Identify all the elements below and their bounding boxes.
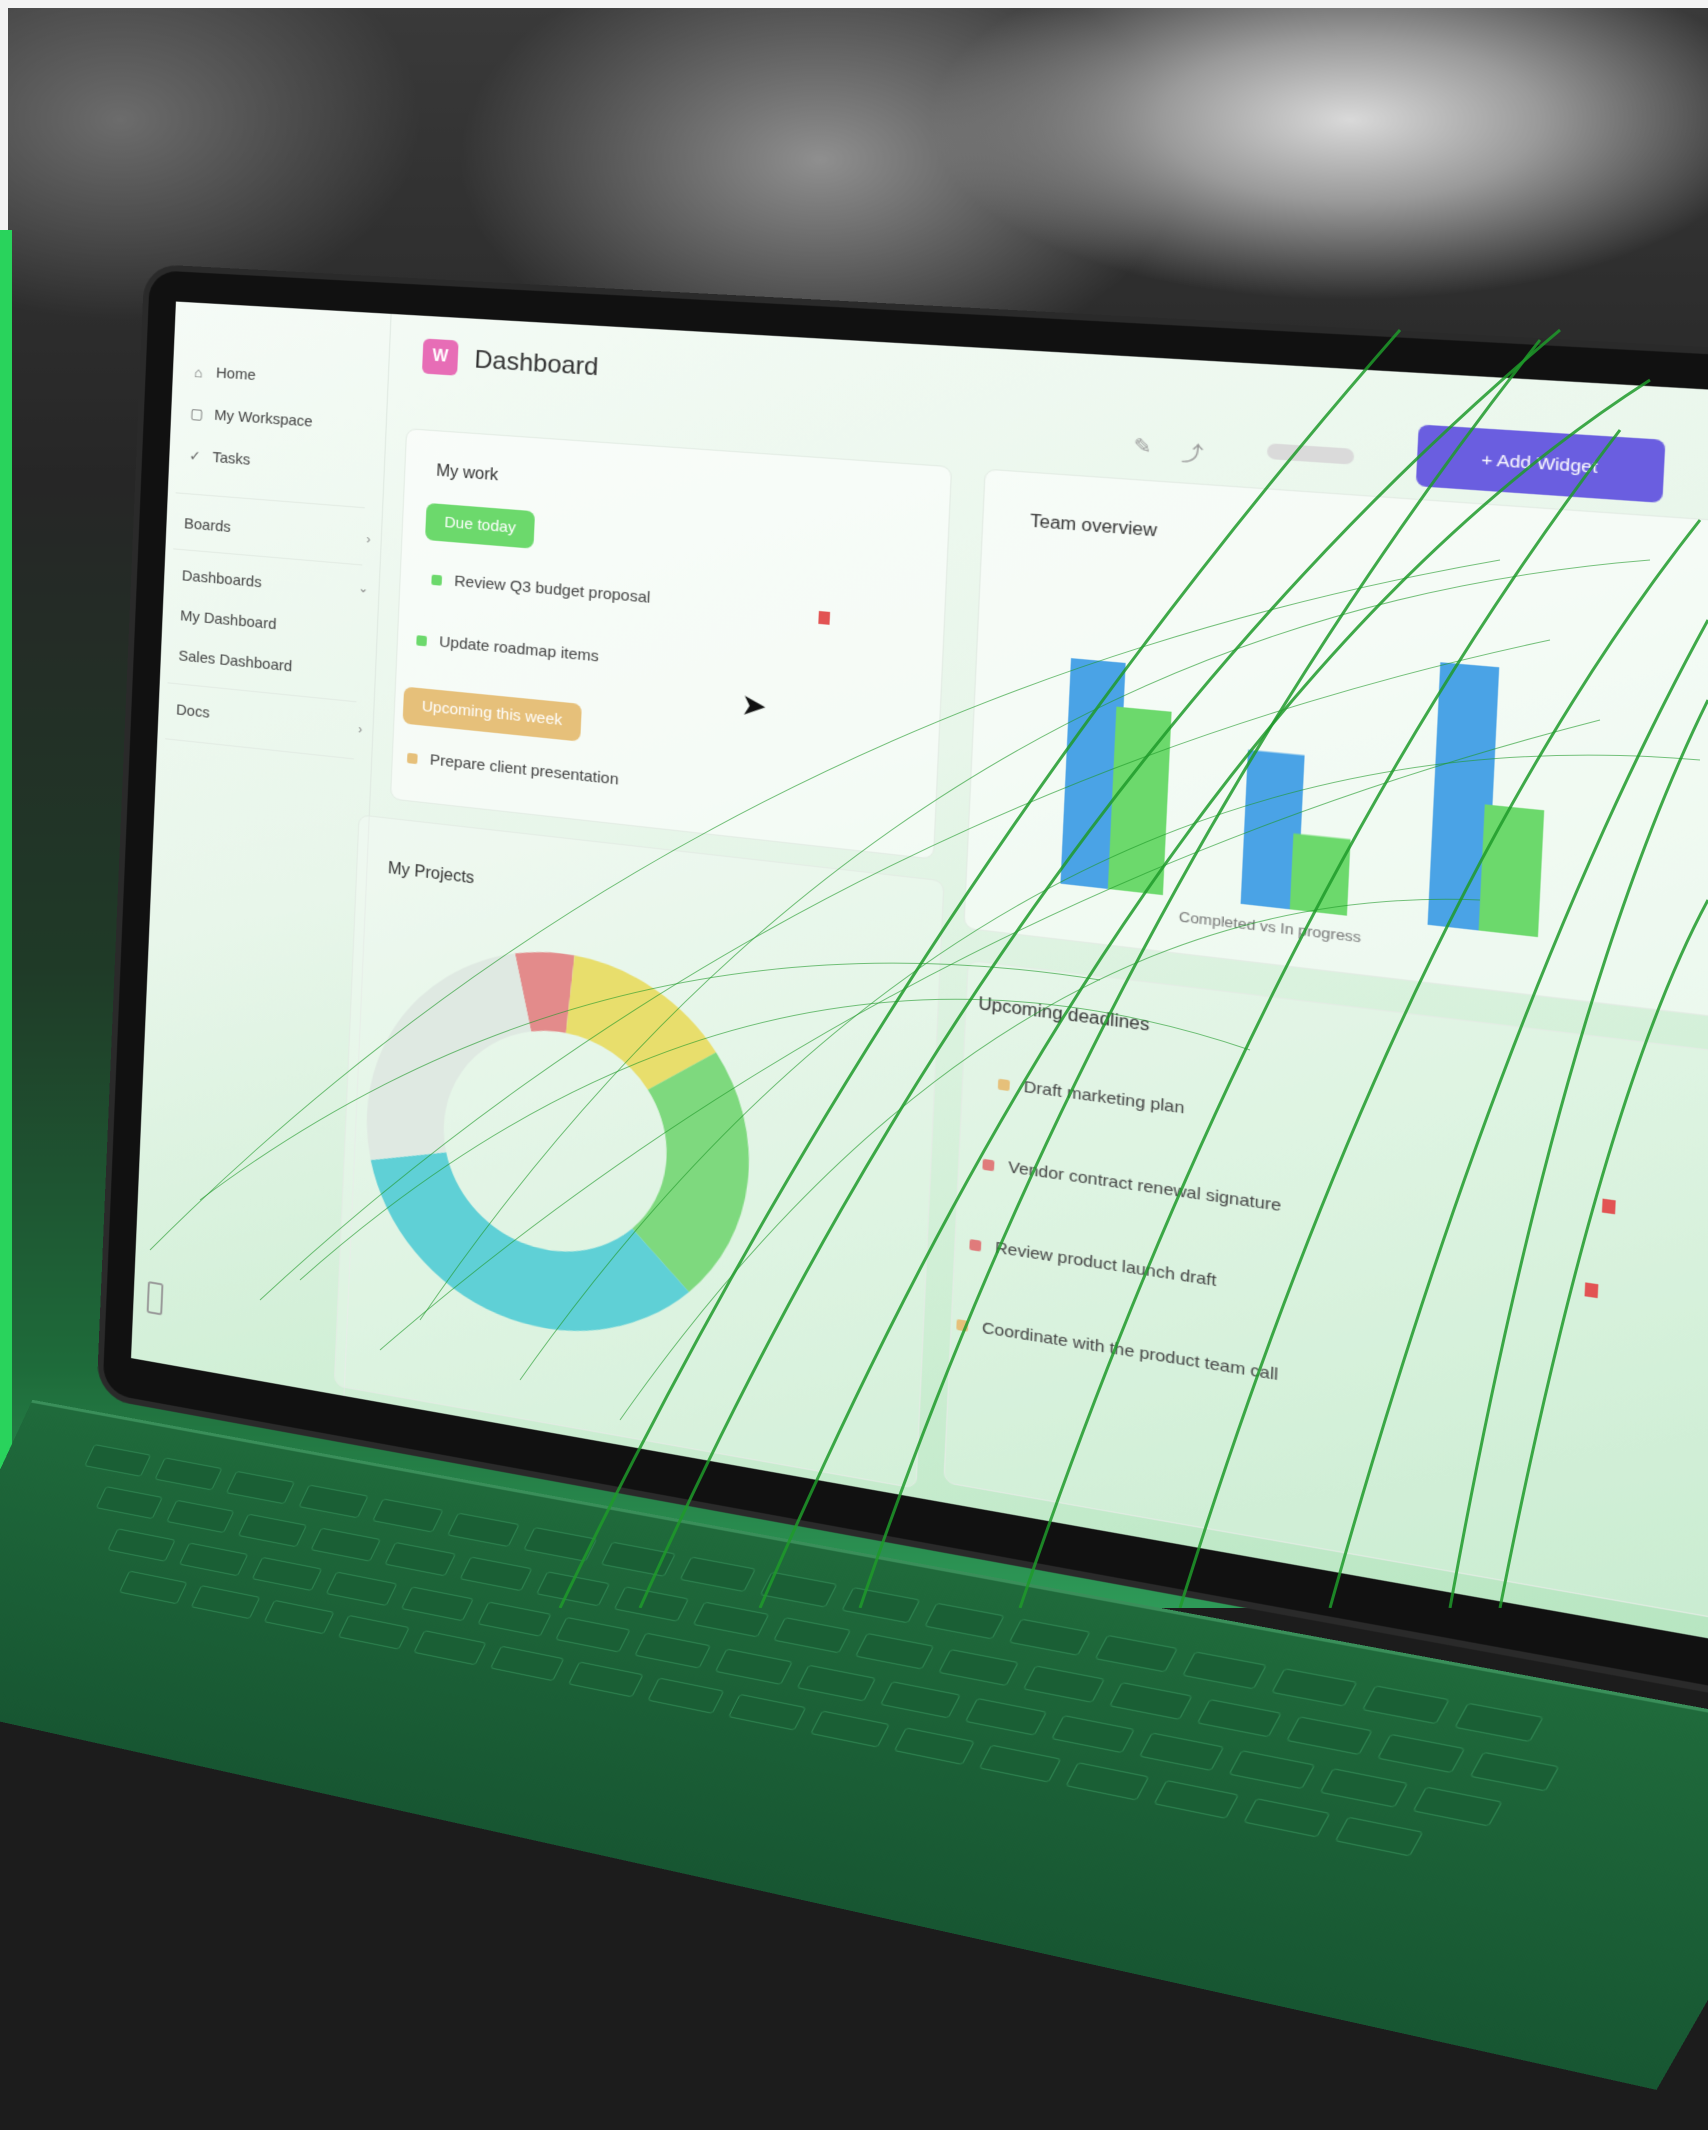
status-dot (406, 752, 418, 764)
deadline-item[interactable]: Vendor contract renewal signature (982, 1154, 1282, 1216)
donut-slice-4 (365, 935, 535, 1184)
frame-edge (0, 0, 1708, 8)
app-screen: ⌂ Home ▢ My Workspace ✓ Tasks Boards › D… (131, 301, 1708, 1652)
deadline-label: Draft marketing plan (1023, 1077, 1185, 1118)
flag-icon[interactable] (1584, 1282, 1599, 1299)
bar-series-1-3 (1478, 804, 1545, 938)
flag-icon[interactable] (1601, 1198, 1616, 1215)
task-label: Review Q3 budget proposal (453, 572, 651, 608)
donut-chart (364, 935, 754, 1352)
status-dot (431, 574, 443, 586)
accent-edge (0, 230, 12, 1608)
status-dot (416, 634, 428, 646)
bar-series-1-2 (1289, 833, 1351, 916)
sidebar-section-boards[interactable]: Boards (184, 515, 364, 547)
card-title: My work (435, 462, 499, 485)
sidebar-item-my-dashboard[interactable]: My Dashboard (180, 607, 277, 633)
mouse-cursor: ➤ (740, 687, 768, 724)
status-dot (997, 1078, 1010, 1091)
deadline-item[interactable]: Draft marketing plan (997, 1074, 1185, 1118)
card-title: My Projects (387, 859, 475, 888)
status-dot (969, 1238, 982, 1252)
sidebar-section-dashboards[interactable]: Dashboards (182, 567, 262, 591)
edit-icon[interactable]: ✎ (1133, 434, 1152, 459)
battery-icon (146, 1281, 164, 1316)
deadline-item[interactable]: Review product launch draft (969, 1235, 1217, 1291)
flag-icon[interactable] (818, 610, 831, 625)
chevron-down-icon[interactable]: ⌄ (358, 581, 369, 596)
home-icon: ⌂ (193, 363, 203, 381)
sidebar-item-tasks[interactable]: ✓ Tasks (187, 447, 251, 469)
task-item[interactable]: Review Q3 budget proposal (431, 570, 651, 607)
task-item[interactable]: Prepare client presentation (406, 749, 620, 789)
bar-series-1-1 (1107, 706, 1172, 896)
deadline-item[interactable]: Coordinate with the product team call (956, 1315, 1279, 1385)
sidebar-item-label: Home (215, 364, 256, 385)
bar-chart-card: Team overview Completed vs In progress (963, 468, 1708, 1024)
sidebar-item-label: My Dashboard (179, 607, 277, 634)
divider (173, 548, 363, 566)
task-label: Update roadmap items (438, 633, 600, 666)
divider (175, 492, 365, 509)
app-logo: W (421, 338, 459, 376)
projects-card: My Projects (333, 814, 945, 1489)
sidebar-section-docs[interactable]: Docs (176, 701, 210, 721)
upcoming-badge[interactable]: Upcoming this week (402, 686, 583, 742)
divider (165, 738, 354, 760)
divider (167, 682, 357, 703)
status-dot (956, 1318, 969, 1332)
due-today-badge[interactable]: Due today (424, 502, 536, 549)
sidebar-item-sales-dashboard[interactable]: Sales Dashboard (178, 647, 292, 675)
sidebar-item-label: My Workspace (213, 406, 313, 431)
deadlines-card: Upcoming deadlines Draft marketing plan … (943, 959, 1708, 1622)
frame-edge-left (0, 0, 8, 240)
share-icon[interactable]: ⤴ (1181, 438, 1204, 468)
status-pill (1266, 443, 1355, 465)
card-title: Upcoming deadlines (977, 995, 1150, 1036)
donut-slice-3 (364, 1141, 694, 1352)
check-icon: ✓ (188, 447, 201, 465)
task-item[interactable]: Update roadmap items (416, 631, 599, 666)
sidebar-item-workspace[interactable]: ▢ My Workspace (188, 405, 313, 431)
task-label: Prepare client presentation (429, 751, 620, 789)
deadline-label: Coordinate with the product team call (981, 1318, 1279, 1385)
status-dot (982, 1158, 995, 1171)
sidebar-item-home[interactable]: ⌂ Home (190, 363, 256, 384)
workspace-icon: ▢ (189, 404, 204, 422)
tasks-card: My work Due today Review Q3 budget propo… (389, 428, 953, 860)
add-widget-button[interactable]: + Add Widget (1415, 424, 1666, 503)
sidebar-section-label: Dashboards (181, 567, 262, 592)
chevron-right-icon[interactable]: › (358, 722, 363, 737)
sidebar-item-label: Sales Dashboard (178, 647, 293, 676)
page-title: Dashboard (473, 345, 600, 382)
sidebar-section-label: Boards (183, 515, 232, 537)
deadline-label: Review product launch draft (994, 1238, 1217, 1291)
sidebar-item-label: Tasks (212, 448, 251, 469)
deadline-label: Vendor contract renewal signature (1007, 1158, 1282, 1216)
laptop: ⌂ Home ▢ My Workspace ✓ Tasks Boards › D… (0, 270, 1708, 2090)
sidebar-section-label: Docs (175, 701, 210, 722)
chevron-right-icon[interactable]: › (366, 532, 371, 547)
